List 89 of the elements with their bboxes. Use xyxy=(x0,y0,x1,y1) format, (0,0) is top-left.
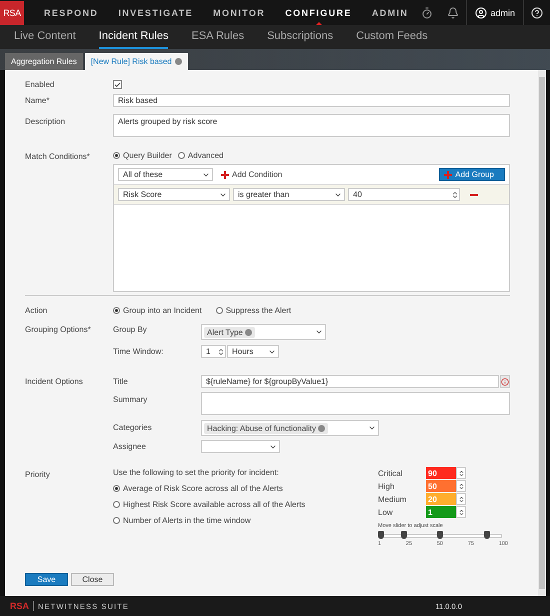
name-field[interactable]: Risk based xyxy=(113,94,510,107)
time-unit-select[interactable]: Hours xyxy=(227,345,279,358)
group-by-select[interactable]: Alert Type xyxy=(201,324,326,340)
radio-button[interactable] xyxy=(216,307,223,314)
slider-handle[interactable] xyxy=(401,531,408,539)
priority-instructions: Use the following to set the priority for incident: xyxy=(113,468,280,477)
field-label: Assignee xyxy=(113,442,147,451)
radio-label[interactable]: Group into an Incident xyxy=(123,306,202,315)
close-icon[interactable] xyxy=(174,58,182,65)
field-label: Time Window: xyxy=(113,347,164,356)
field-label: Incident Options xyxy=(25,376,84,386)
caret-icon xyxy=(368,424,376,432)
field-label: Name* xyxy=(25,96,50,105)
field-label: Summary xyxy=(113,394,148,404)
add-condition-link[interactable]: Add Condition xyxy=(221,170,282,179)
spinner-icon[interactable] xyxy=(458,470,464,476)
subnav-tab[interactable]: Subscriptions xyxy=(267,25,334,49)
priority-label: Critical xyxy=(378,468,404,478)
radio-button[interactable] xyxy=(113,152,120,159)
field-label: Priority xyxy=(25,469,51,479)
stopwatch-icon[interactable] xyxy=(421,6,434,18)
radio-button[interactable] xyxy=(113,485,120,492)
nav-item[interactable]: ADMIN xyxy=(372,0,408,25)
rule-tab[interactable]: Aggregation Rules xyxy=(5,53,83,70)
time-value-field[interactable]: 1 xyxy=(201,345,226,358)
save-button[interactable]: Save xyxy=(25,573,68,586)
priority-label: Low xyxy=(378,508,394,516)
categories-select[interactable]: Hacking: Abuse of functionality xyxy=(201,420,379,436)
field-label: Title xyxy=(113,377,129,386)
radio-label[interactable]: Number of Alerts in the time window xyxy=(123,516,251,525)
quantifier-select[interactable]: All of these xyxy=(118,168,213,181)
plus-icon xyxy=(221,170,229,178)
radio-label[interactable]: Advanced xyxy=(188,151,224,160)
field-label: Group By xyxy=(113,324,148,334)
checkbox[interactable] xyxy=(113,80,122,89)
spinner-icon[interactable] xyxy=(458,496,464,502)
slider-handle[interactable] xyxy=(436,531,443,539)
bell-icon[interactable] xyxy=(447,6,460,18)
field-label: Action xyxy=(25,306,48,315)
priority-label: High xyxy=(378,482,396,490)
close-button[interactable]: Close xyxy=(71,573,114,586)
tag: Alert Type xyxy=(204,326,255,338)
subnav-tab[interactable]: Custom Feeds xyxy=(356,25,428,49)
radio-label[interactable]: Suppress the Alert xyxy=(226,306,292,315)
spinner-icon[interactable] xyxy=(217,348,225,356)
operator-select[interactable]: is greater than xyxy=(233,188,345,201)
field-label: Grouping Options* xyxy=(25,324,92,334)
scale-slider[interactable] xyxy=(378,534,502,538)
slider-handle[interactable] xyxy=(378,531,384,539)
nav-item[interactable]: MONITOR xyxy=(213,0,266,25)
user-icon xyxy=(475,6,488,18)
tag: Hacking: Abuse of functionality xyxy=(204,422,328,434)
radio-button[interactable] xyxy=(113,517,120,524)
nav-item[interactable]: INVESTIGATE xyxy=(118,0,194,25)
subnav-tab[interactable]: Live Content xyxy=(14,25,76,49)
threshold-field[interactable]: 90 xyxy=(426,467,456,479)
summary-field[interactable] xyxy=(201,392,510,415)
footer-logo: RSA xyxy=(10,601,34,611)
rule-tab[interactable]: [New Rule] Risk based xyxy=(84,53,188,70)
nav-item[interactable]: RESPOND xyxy=(44,0,98,25)
spinner-icon[interactable] xyxy=(451,190,459,198)
radio-label[interactable]: Average of Risk Score across all of the Alerts xyxy=(123,484,283,493)
slider-handle[interactable] xyxy=(484,531,490,539)
spinner-icon[interactable] xyxy=(458,508,464,516)
plus-icon xyxy=(444,170,452,178)
field-label: Enabled xyxy=(25,80,56,89)
logo[interactable]: RSA xyxy=(0,0,24,24)
value-field[interactable]: 40 xyxy=(348,188,460,201)
user-name: admin xyxy=(490,8,515,18)
scrollbar[interactable] xyxy=(538,70,546,596)
field-label: Categories xyxy=(113,422,153,432)
caret-icon xyxy=(315,328,323,336)
radio-label[interactable]: Highest Risk Score available across all of the Alerts xyxy=(123,500,306,509)
radio-button[interactable] xyxy=(178,152,185,159)
spinner-icon[interactable] xyxy=(458,482,464,490)
subnav-tab[interactable]: ESA Rules xyxy=(191,25,244,49)
threshold-field[interactable]: 1 xyxy=(426,506,456,518)
field-select[interactable]: Risk Score xyxy=(118,188,230,201)
add-group-button[interactable]: Add Group xyxy=(439,168,505,181)
description-field[interactable]: Alerts grouped by risk score xyxy=(113,114,510,137)
radio-label[interactable]: Query Builder xyxy=(123,151,172,160)
title-field[interactable]: ${ruleName} for ${groupByValue1} xyxy=(201,375,499,388)
radio-button[interactable] xyxy=(113,307,120,314)
field-label: Match Conditions* xyxy=(25,151,91,161)
priority-label: Medium xyxy=(378,494,408,504)
info-button[interactable] xyxy=(500,375,510,388)
radio-button[interactable] xyxy=(113,501,120,508)
field-label: Description xyxy=(25,116,66,126)
help-icon[interactable] xyxy=(531,6,543,18)
